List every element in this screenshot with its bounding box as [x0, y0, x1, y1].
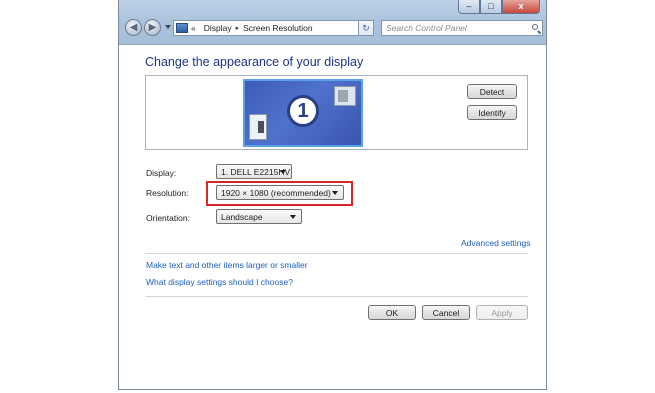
- forward-arrow-icon: ▶: [148, 21, 157, 33]
- window-controls: – □ x: [458, 0, 540, 14]
- display-help-link[interactable]: What display settings should I choose?: [146, 277, 293, 287]
- maximize-button[interactable]: □: [480, 0, 502, 14]
- monitor-number-badge: 1: [287, 95, 319, 127]
- refresh-button[interactable]: ↻: [358, 20, 374, 36]
- back-button[interactable]: ◀: [125, 19, 142, 36]
- refresh-icon: ↻: [362, 22, 370, 33]
- orientation-select[interactable]: Landscape: [216, 209, 302, 224]
- back-arrow-icon: ◀: [129, 21, 138, 33]
- recent-pages-dropdown-icon[interactable]: [165, 25, 171, 29]
- breadcrumb-screen-resolution[interactable]: Screen Resolution: [243, 23, 312, 33]
- text-size-link[interactable]: Make text and other items larger or smal…: [146, 260, 308, 270]
- advanced-settings-link[interactable]: Advanced settings: [461, 238, 530, 248]
- address-bar[interactable]: « Display ▸ Screen Resolution: [173, 20, 371, 36]
- display-preview-panel: 1 Detect Identify: [145, 75, 528, 150]
- control-panel-icon: [176, 23, 188, 33]
- ok-button[interactable]: OK: [368, 305, 416, 320]
- search-input[interactable]: Search Control Panel: [381, 20, 543, 36]
- chevron-right-icon[interactable]: ▸: [236, 24, 240, 32]
- orientation-label: Orientation:: [146, 213, 190, 223]
- display-label: Display:: [146, 168, 177, 178]
- minimize-button[interactable]: –: [458, 0, 480, 14]
- close-button[interactable]: x: [502, 0, 540, 14]
- chevron-down-icon: [290, 215, 296, 219]
- search-icon[interactable]: [532, 24, 538, 30]
- monitor-1-preview[interactable]: 1: [243, 79, 363, 147]
- detect-button[interactable]: Detect: [467, 84, 517, 99]
- desktop-window-thumbnail-icon: [334, 86, 356, 106]
- title-bar: – □ x ◀ ▶ « Display ▸ Screen Resolution …: [119, 0, 546, 45]
- chevron-down-icon: [280, 170, 286, 174]
- resolution-label: Resolution:: [146, 188, 189, 198]
- forward-button[interactable]: ▶: [144, 19, 161, 36]
- divider: [145, 253, 528, 254]
- breadcrumb-display[interactable]: Display: [204, 23, 232, 33]
- desktop-document-thumbnail-icon: [249, 114, 267, 140]
- identify-button[interactable]: Identify: [467, 105, 517, 120]
- divider: [145, 296, 528, 297]
- apply-button[interactable]: Apply: [476, 305, 528, 320]
- resolution-highlight-box: [206, 181, 353, 206]
- orientation-select-value: Landscape: [221, 211, 263, 222]
- screen-resolution-window: – □ x ◀ ▶ « Display ▸ Screen Resolution …: [118, 0, 547, 390]
- cancel-button[interactable]: Cancel: [422, 305, 470, 320]
- address-overflow-icon[interactable]: «: [191, 23, 196, 33]
- display-select[interactable]: 1. DELL E2215HV: [216, 164, 292, 179]
- search-placeholder: Search Control Panel: [386, 23, 467, 33]
- page-title: Change the appearance of your display: [145, 55, 364, 69]
